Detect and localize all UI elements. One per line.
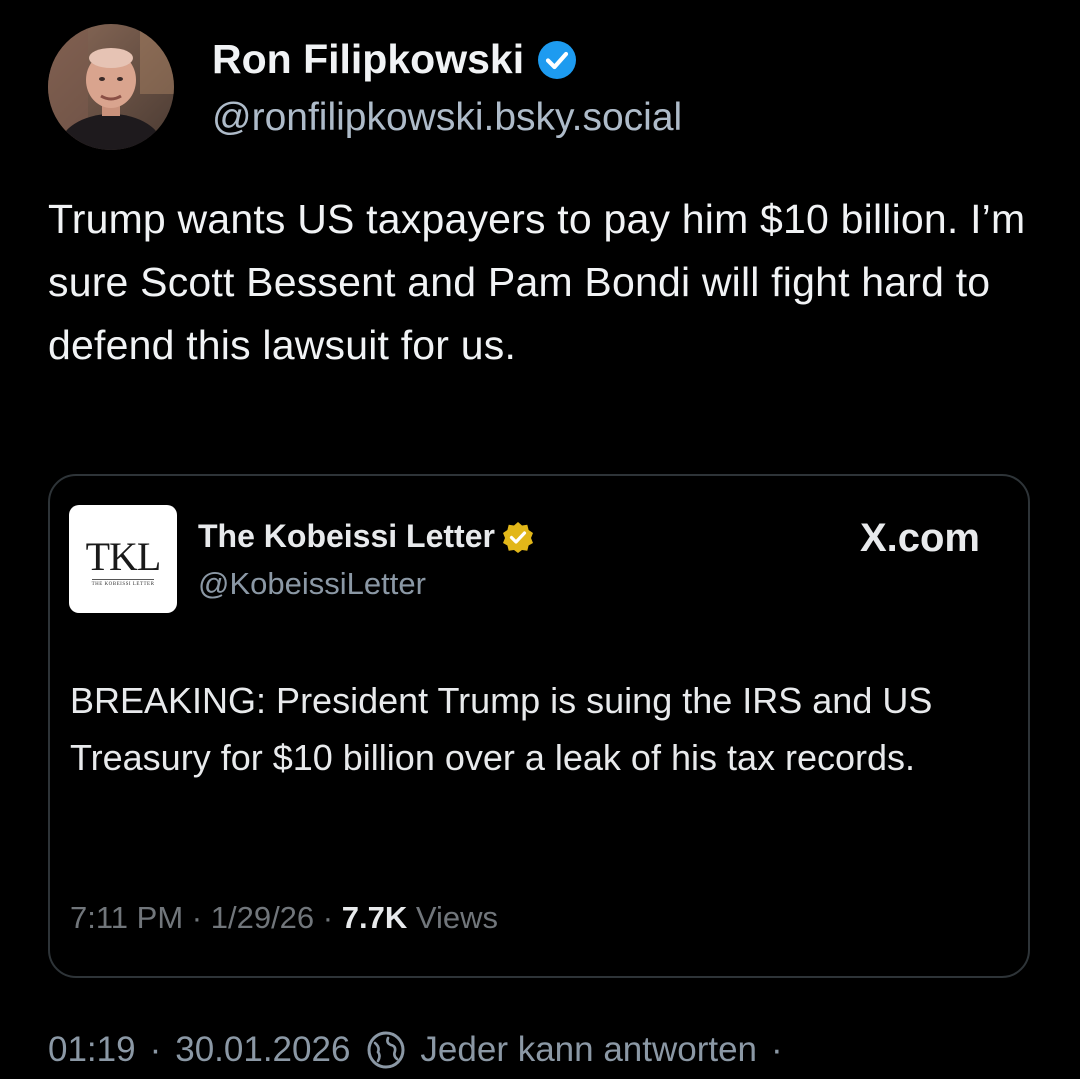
- post-footer: 01:19 · 30.01.2026 Jeder kann antworten …: [48, 1030, 797, 1070]
- reply-setting-label[interactable]: Jeder kann antworten: [420, 1030, 757, 1070]
- post-time: 01:19: [48, 1030, 136, 1069]
- embedded-post-card[interactable]: TKL THE KOBEISSI LETTER The Kobeissi Let…: [48, 474, 1030, 978]
- embed-post-time: 7:11 PM: [70, 900, 184, 935]
- verified-check-icon: [536, 39, 578, 81]
- embed-source-domain[interactable]: X.com: [860, 516, 980, 561]
- post-text: Trump wants US taxpayers to pay him $10 …: [48, 196, 1026, 368]
- embed-views-count: 7.7K: [341, 900, 408, 935]
- author-display-name[interactable]: Ron Filipkowski: [212, 36, 524, 83]
- author-name[interactable]: Ron Filipkowski: [212, 36, 578, 83]
- post-date: 30.01.2026: [175, 1030, 351, 1069]
- author-handle[interactable]: @ronfilipkowski.bsky.social: [212, 96, 682, 140]
- embed-views-label: Views: [415, 900, 498, 935]
- meta-separator: ·: [191, 900, 203, 935]
- embed-account-logo[interactable]: TKL THE KOBEISSI LETTER: [69, 505, 177, 613]
- embed-post-text: BREAKING: President Trump is suing the I…: [70, 680, 933, 778]
- footer-separator: ·: [149, 1030, 162, 1069]
- author-avatar[interactable]: [48, 24, 174, 150]
- gold-verified-badge-icon: [501, 520, 535, 554]
- embed-post-date: 1/29/26: [210, 900, 315, 935]
- meta-separator: ·: [322, 900, 334, 935]
- embed-account-handle[interactable]: @KobeissiLetter: [198, 566, 426, 602]
- embed-account-display-name[interactable]: The Kobeissi Letter: [198, 518, 495, 555]
- logo-main-text: TKL: [85, 534, 162, 579]
- footer-trailing-dot: ·: [771, 1030, 783, 1069]
- logo-sub-text: THE KOBEISSI LETTER: [91, 579, 155, 587]
- embed-account-name[interactable]: The Kobeissi Letter: [198, 518, 535, 555]
- globe-reply-icon[interactable]: [366, 1030, 406, 1070]
- embed-post-meta: 7:11 PM · 1/29/26 · 7.7K Views: [70, 900, 498, 936]
